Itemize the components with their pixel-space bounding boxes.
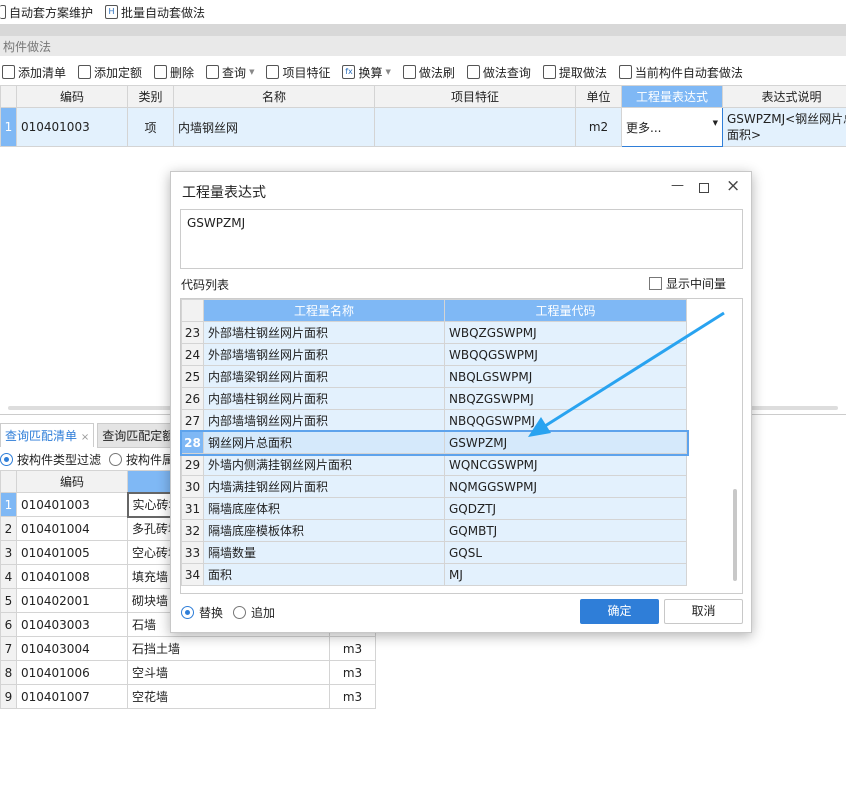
filter-row: 按构件类型过滤 按构件属 xyxy=(0,449,174,469)
cancel-button[interactable]: 取消 xyxy=(664,599,743,624)
table-row[interactable]: 1 010401003 项内墙钢丝网 m2 更多... ▼ GSWPZMJ<钢丝网片总面积> xyxy=(0,107,846,147)
table-row[interactable]: 7 010403004 石挡土墙 m3 xyxy=(0,636,376,661)
filter-attr-radio[interactable] xyxy=(109,452,123,466)
scheme-icon xyxy=(0,5,6,19)
query-icon xyxy=(206,65,220,79)
method-toolbar: 添加清单 添加定额 删除 查询 ▼ 项目特征 fx 换算 ▼ 做法刷 做法查询 提取做法 当前构件自动套… xyxy=(2,60,755,84)
method-query-icon xyxy=(466,65,480,79)
tab-match-list[interactable]: 查询匹配清单 × xyxy=(0,423,95,447)
code-row[interactable]: 27 内部墙墙钢丝网片面积 NBQQGSWPMJ xyxy=(181,409,687,432)
toolbar-query-button[interactable]: 查询 ▼ xyxy=(206,64,254,81)
code-row[interactable]: 29 外墙内侧满挂钢丝网片面积 WQNCGSWPMJ xyxy=(181,453,687,476)
col-code[interactable]: 编码 xyxy=(16,470,128,493)
table-row[interactable]: 9 010401007 空花墙 m3 xyxy=(0,684,376,709)
code-row[interactable]: 28 钢丝网片总面积 GSWPZMJ xyxy=(179,429,689,456)
delete-icon xyxy=(154,65,168,79)
close-icon[interactable]: × xyxy=(726,176,740,196)
dropdown-arrow-icon: ▼ xyxy=(712,118,718,127)
col-unit[interactable]: 单位 xyxy=(575,85,622,108)
code-row[interactable]: 32 隔墙底座模板体积 GQMBTJ xyxy=(181,519,687,542)
method-table: 编码 类别 名称 项目特征 单位 工程量表达式 表达式说明 1 010401003 项内墙钢丝网… xyxy=(0,85,846,147)
batch-icon: H xyxy=(105,5,119,19)
maximize-icon[interactable] xyxy=(699,183,709,193)
code-row[interactable]: 33 隔墙数量 GQSL xyxy=(181,541,687,564)
panel-title: 构件做法 xyxy=(0,36,846,56)
brush-icon xyxy=(402,65,416,79)
col-type[interactable]: 类别 xyxy=(127,85,174,108)
filter-type-radio[interactable] xyxy=(0,452,13,466)
code-row[interactable]: 24 外部墙墙钢丝网片面积 WBQQGSWPMJ xyxy=(181,343,687,366)
auto-apply-icon xyxy=(618,65,632,79)
minimize-icon[interactable]: — xyxy=(671,178,684,193)
dropdown-arrow-icon[interactable]: ▼ xyxy=(385,68,390,76)
code-row[interactable]: 34 面积 MJ xyxy=(181,563,687,586)
expr-dropdown[interactable]: 更多... ▼ xyxy=(621,107,723,147)
divider xyxy=(0,24,846,36)
code-row[interactable]: 25 内部墙梁钢丝网片面积 NBQLGSWPMJ xyxy=(181,365,687,388)
batch-auto-apply-button[interactable]: H 批量自动套做法 xyxy=(105,4,205,21)
fx-icon: fx xyxy=(342,65,356,79)
close-icon[interactable]: × xyxy=(81,432,89,443)
expression-input[interactable]: GSWPZMJ xyxy=(180,209,743,269)
col-qty-code[interactable]: 工程量代码 xyxy=(444,299,687,322)
vertical-scrollbar[interactable] xyxy=(733,489,737,581)
dropdown-arrow-icon[interactable]: ▼ xyxy=(249,68,254,76)
code-row[interactable]: 23 外部墙柱钢丝网片面积 WBQZGSWPMJ xyxy=(181,321,687,344)
code-row[interactable]: 26 内部墙柱钢丝网片面积 NBQZGSWPMJ xyxy=(181,387,687,410)
table-row[interactable]: 8 010401006 空斗墙 m3 xyxy=(0,660,376,685)
show-intermediate-checkbox[interactable]: 显示中间量 xyxy=(649,275,726,292)
code-list: 工程量名称 工程量代码 23 外部墙柱钢丝网片面积 WBQZGSWPMJ 24 外部墙墙钢… xyxy=(179,298,743,594)
code-table: 工程量名称 工程量代码 23 外部墙柱钢丝网片面积 WBQZGSWPMJ 24 外部墙墙钢… xyxy=(179,299,689,586)
toolbar-method-query-button[interactable]: 做法查询 xyxy=(466,64,531,81)
col-feature[interactable]: 项目特征 xyxy=(374,85,576,108)
toolbar-feature-button[interactable]: 项目特征 xyxy=(266,64,330,81)
ok-button[interactable]: 确定 xyxy=(580,599,659,624)
col-desc[interactable]: 表达式说明 xyxy=(722,85,846,108)
toolbar-add-list-button[interactable]: 添加清单 xyxy=(2,64,66,81)
mode-radios: 替换 追加 xyxy=(181,604,275,621)
replace-radio[interactable] xyxy=(181,606,194,619)
toolbar-fx-button[interactable]: fx 换算 ▼ xyxy=(342,64,391,81)
bottom-tabs: 查询匹配清单 × 查询匹配定额 xyxy=(0,422,180,448)
add-list-icon xyxy=(2,65,15,79)
toolbar-brush-button[interactable]: 做法刷 xyxy=(402,64,455,81)
col-code[interactable]: 编码 xyxy=(16,85,128,108)
top-toolbar: 自动套方案维护 H 批量自动套做法 xyxy=(0,0,217,24)
toolbar-delete-button[interactable]: 删除 xyxy=(154,64,194,81)
col-expr[interactable]: 工程量表达式 xyxy=(621,85,723,108)
dialog-title: 工程量表达式 xyxy=(182,185,266,201)
tab-match-quota[interactable]: 查询匹配定额 xyxy=(97,422,180,448)
checkbox-icon xyxy=(649,277,662,290)
extract-icon xyxy=(542,65,556,79)
col-qty-name[interactable]: 工程量名称 xyxy=(203,299,445,322)
toolbar-extract-button[interactable]: 提取做法 xyxy=(542,64,607,81)
feature-icon xyxy=(266,65,280,79)
toolbar-auto-apply-button[interactable]: 当前构件自动套做法 xyxy=(618,64,743,81)
code-row[interactable]: 30 内墙满挂钢丝网片面积 NQMGGSWPMJ xyxy=(181,475,687,498)
append-radio[interactable] xyxy=(233,606,247,619)
expression-dialog: 工程量表达式 — × GSWPZMJ 代码列表 显示中间量 工程量名称 工程量代码… xyxy=(170,171,752,633)
add-quota-icon xyxy=(78,65,92,79)
toolbar-add-quota-button[interactable]: 添加定额 xyxy=(78,64,142,81)
auto-scheme-button[interactable]: 自动套方案维护 xyxy=(0,4,93,21)
col-name[interactable]: 名称 xyxy=(173,85,375,108)
code-list-label: 代码列表 xyxy=(181,278,230,292)
code-row[interactable]: 31 隔墙底座体积 GQDZTJ xyxy=(181,497,687,520)
